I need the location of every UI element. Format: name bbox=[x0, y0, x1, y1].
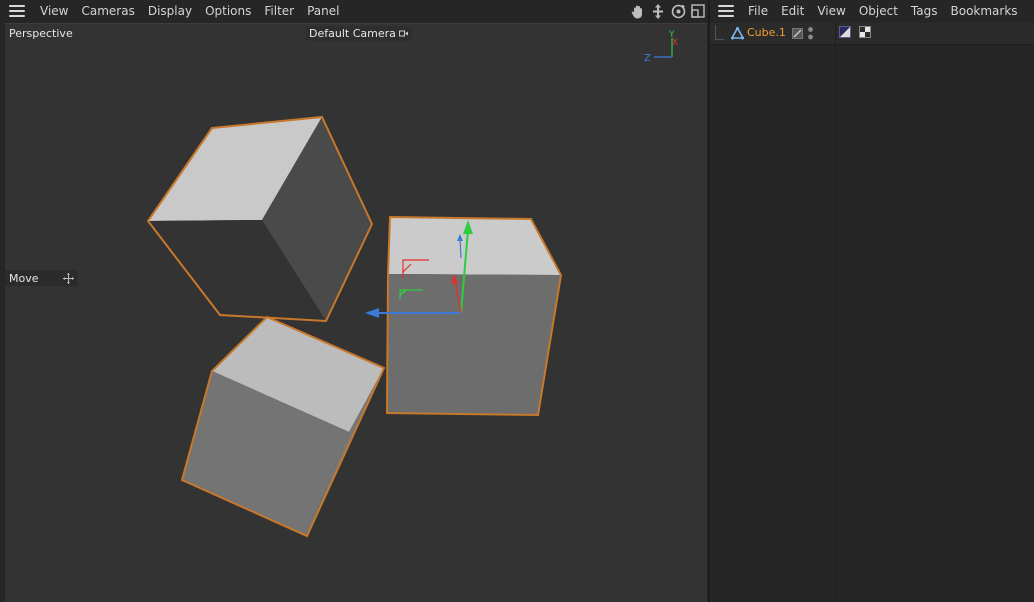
menu-options[interactable]: Options bbox=[199, 0, 257, 22]
layer-toggle-icon[interactable] bbox=[792, 28, 803, 39]
menu-bookmarks[interactable]: Bookmarks bbox=[945, 0, 1024, 22]
object-manager-menubar: File Edit View Object Tags Bookmarks bbox=[710, 0, 1034, 22]
menu-panel[interactable]: Panel bbox=[301, 0, 345, 22]
scene-canvas[interactable]: Y X Z bbox=[5, 24, 707, 602]
cube-b[interactable] bbox=[180, 315, 386, 538]
camera-label: Default Camera bbox=[309, 27, 396, 40]
menu-tags[interactable]: Tags bbox=[905, 0, 944, 22]
axis-label-z: Z bbox=[644, 53, 651, 64]
menu-cameras[interactable]: Cameras bbox=[75, 0, 140, 22]
object-row-cube-1[interactable]: Cube.1 bbox=[710, 25, 835, 43]
viewport-nav-tools bbox=[630, 3, 706, 19]
move-cross-icon bbox=[63, 272, 74, 284]
viewport-panel: View Cameras Display Options Filter Pane… bbox=[0, 0, 708, 602]
viewport-menubar: View Cameras Display Options Filter Pane… bbox=[0, 0, 708, 22]
camera-selector[interactable]: Default Camera bbox=[306, 26, 412, 41]
maximize-view-icon[interactable] bbox=[690, 3, 706, 19]
menu-view[interactable]: View bbox=[811, 0, 851, 22]
object-tags bbox=[839, 26, 871, 38]
cube-c-selected[interactable] bbox=[385, 215, 563, 417]
column-divider[interactable] bbox=[835, 23, 836, 602]
app-window: View Cameras Display Options Filter Pane… bbox=[0, 0, 1034, 602]
menu-filter[interactable]: Filter bbox=[258, 0, 300, 22]
polygon-object-icon bbox=[731, 27, 744, 40]
visibility-dots-icon[interactable] bbox=[807, 26, 814, 41]
tree-connector bbox=[715, 25, 724, 40]
move-arrows-icon[interactable] bbox=[650, 3, 666, 19]
menu-edit[interactable]: Edit bbox=[775, 0, 810, 22]
object-manager-menu-icon[interactable] bbox=[718, 5, 734, 17]
material-tag-icon[interactable] bbox=[859, 26, 871, 38]
move-tool-hud[interactable]: Move bbox=[5, 270, 78, 286]
menu-file[interactable]: File bbox=[742, 0, 774, 22]
world-axis-indicator: Y X Z bbox=[644, 30, 678, 64]
object-manager-panel: File Edit View Object Tags Bookmarks Cub… bbox=[708, 0, 1034, 602]
viewport-menu-icon[interactable] bbox=[9, 5, 25, 17]
menu-object[interactable]: Object bbox=[853, 0, 904, 22]
rotate-orbit-icon[interactable] bbox=[670, 3, 686, 19]
object-name[interactable]: Cube.1 bbox=[747, 26, 786, 39]
menu-view[interactable]: View bbox=[34, 0, 74, 22]
phong-tag-icon[interactable] bbox=[839, 26, 851, 38]
menu-display[interactable]: Display bbox=[142, 0, 198, 22]
hud-tool-name: Move bbox=[9, 271, 39, 285]
hand-pan-icon[interactable] bbox=[630, 3, 646, 19]
3d-viewport[interactable]: Y X Z Perspective Default Camera Move bbox=[5, 23, 707, 602]
cube-a[interactable] bbox=[146, 115, 374, 323]
camera-icon bbox=[398, 30, 408, 37]
axis-label-x: X bbox=[672, 38, 678, 48]
view-label[interactable]: Perspective bbox=[9, 27, 73, 40]
